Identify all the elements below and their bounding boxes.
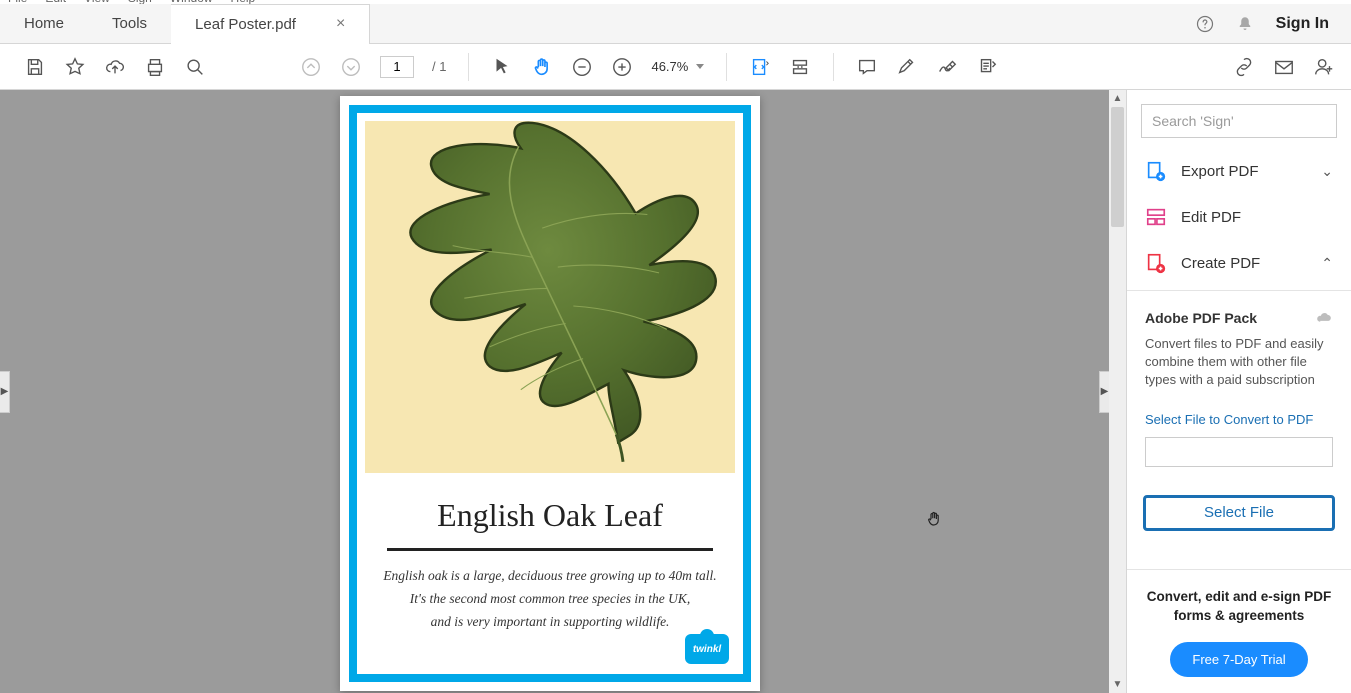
- fit-width-icon[interactable]: [749, 56, 771, 78]
- page-total: / 1: [432, 59, 446, 74]
- tab-document-label: Leaf Poster.pdf: [195, 16, 296, 33]
- poster-body: English oak is a large, deciduous tree g…: [365, 565, 735, 634]
- poster-line-2: It's the second most common tree species…: [377, 588, 723, 611]
- chevron-down-icon: ⌄: [1321, 163, 1333, 180]
- vertical-scrollbar[interactable]: ▲ ▼: [1109, 90, 1126, 693]
- stamp-icon[interactable]: [976, 56, 998, 78]
- zoom-dropdown[interactable]: 46.7%: [651, 59, 704, 74]
- hand-cursor-icon: [925, 510, 943, 528]
- tab-document[interactable]: Leaf Poster.pdf ×: [171, 4, 370, 43]
- tool-create-pdf[interactable]: Create PDF ⌃: [1127, 240, 1351, 286]
- sign-in-link[interactable]: Sign In: [1276, 15, 1329, 33]
- chevron-up-icon: ⌃: [1321, 255, 1333, 272]
- share-link-icon[interactable]: [1233, 56, 1255, 78]
- scroll-thumb[interactable]: [1111, 107, 1124, 227]
- edit-pdf-icon: [1145, 206, 1167, 228]
- promo-text: Convert, edit and e-sign PDF forms & agr…: [1145, 588, 1333, 626]
- pdf-pack-section: Adobe PDF Pack Convert files to PDF and …: [1127, 295, 1351, 475]
- toolbar: / 1 46.7%: [0, 44, 1351, 90]
- cloud-icon: [1315, 309, 1333, 327]
- star-icon[interactable]: [64, 56, 86, 78]
- menu-file[interactable]: File: [8, 0, 27, 4]
- bell-icon[interactable]: [1236, 15, 1254, 33]
- tool-edit-pdf[interactable]: Edit PDF: [1127, 194, 1351, 240]
- poster-title: English Oak Leaf: [365, 497, 735, 534]
- pack-select-link[interactable]: Select File to Convert to PDF: [1145, 412, 1333, 427]
- scroll-down-icon[interactable]: ▼: [1109, 676, 1126, 693]
- caret-down-icon: [696, 64, 704, 69]
- save-icon[interactable]: [24, 56, 46, 78]
- email-icon[interactable]: [1273, 56, 1295, 78]
- export-pdf-icon: [1145, 160, 1167, 182]
- pack-title: Adobe PDF Pack: [1145, 310, 1257, 326]
- twinkl-badge: twinkl: [685, 634, 729, 664]
- cloud-upload-icon[interactable]: [104, 56, 126, 78]
- tab-tools[interactable]: Tools: [88, 4, 171, 43]
- tab-home[interactable]: Home: [0, 4, 88, 43]
- left-pane-toggle[interactable]: ▶: [0, 371, 10, 413]
- select-file-button[interactable]: Select File: [1143, 495, 1335, 531]
- page-view-icon[interactable]: [789, 56, 811, 78]
- tool-export-pdf[interactable]: Export PDF ⌄: [1127, 148, 1351, 194]
- zoom-value: 46.7%: [651, 59, 688, 74]
- poster-divider: [387, 548, 713, 551]
- tool-create-label: Create PDF: [1181, 255, 1260, 272]
- promo-section: Convert, edit and e-sign PDF forms & agr…: [1127, 569, 1351, 693]
- free-trial-button[interactable]: Free 7-Day Trial: [1170, 642, 1307, 677]
- menu-edit[interactable]: Edit: [45, 0, 66, 4]
- tool-export-label: Export PDF: [1181, 163, 1259, 180]
- find-icon[interactable]: [184, 56, 206, 78]
- tool-edit-label: Edit PDF: [1181, 209, 1241, 226]
- tabs-row: Home Tools Leaf Poster.pdf × Sign In: [0, 4, 1351, 44]
- close-tab-icon[interactable]: ×: [336, 15, 345, 33]
- poster-line-1: English oak is a large, deciduous tree g…: [377, 565, 723, 588]
- highlight-icon[interactable]: [896, 56, 918, 78]
- hand-tool-icon[interactable]: [531, 56, 553, 78]
- pack-file-input[interactable]: [1145, 437, 1333, 467]
- comment-icon[interactable]: [856, 56, 878, 78]
- oak-leaf-icon: [365, 121, 735, 464]
- side-panel: Export PDF ⌄ Edit PDF Create PDF ⌃ Adobe…: [1126, 90, 1351, 693]
- page-up-icon[interactable]: [300, 56, 322, 78]
- zoom-in-icon[interactable]: [611, 56, 633, 78]
- pdf-page: English Oak Leaf English oak is a large,…: [340, 96, 760, 691]
- share-people-icon[interactable]: [1313, 56, 1335, 78]
- main-area: ▶ ▶: [0, 90, 1351, 693]
- menu-view[interactable]: View: [84, 0, 110, 4]
- document-viewport[interactable]: ▶ ▶: [0, 90, 1126, 693]
- zoom-out-icon[interactable]: [571, 56, 593, 78]
- leaf-illustration: [365, 121, 735, 473]
- print-icon[interactable]: [144, 56, 166, 78]
- page-number-input[interactable]: [380, 56, 414, 78]
- poster-line-3: and is very important in supporting wild…: [377, 611, 723, 634]
- page-down-icon[interactable]: [340, 56, 362, 78]
- create-pdf-icon: [1145, 252, 1167, 274]
- scroll-up-icon[interactable]: ▲: [1109, 90, 1126, 107]
- menu-sign[interactable]: Sign: [128, 0, 152, 4]
- right-pane-toggle[interactable]: ▶: [1099, 371, 1109, 413]
- sign-icon[interactable]: [936, 56, 958, 78]
- help-icon[interactable]: [1196, 15, 1214, 33]
- pointer-icon[interactable]: [491, 56, 513, 78]
- pack-description: Convert files to PDF and easily combine …: [1145, 335, 1333, 390]
- tools-search-input[interactable]: [1141, 104, 1337, 138]
